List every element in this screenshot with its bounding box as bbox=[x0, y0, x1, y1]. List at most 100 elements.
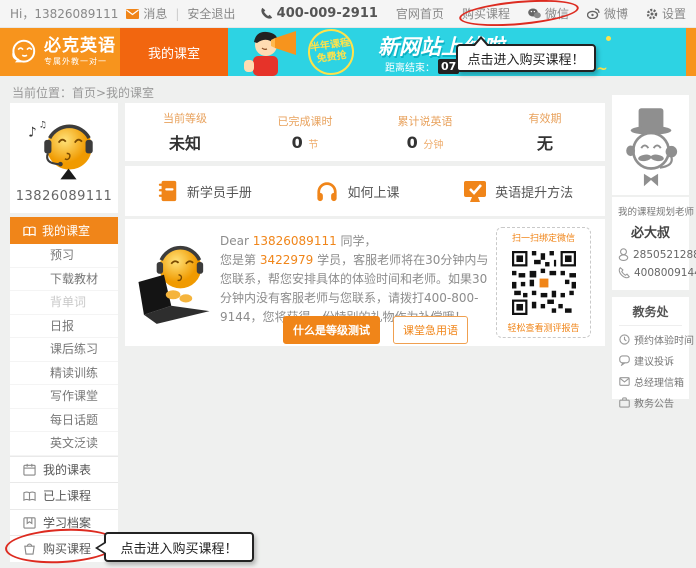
sidebar-item-study-archive[interactable]: 学习档案 bbox=[10, 509, 118, 536]
sidebar-item-writing-class[interactable]: 写作课堂 bbox=[10, 385, 118, 409]
buy-course-top-label: 购买课程 bbox=[462, 5, 510, 22]
wechat-link[interactable]: 微信 bbox=[528, 5, 569, 22]
bottom-callout-text: 点击进入购买课程！ bbox=[120, 538, 237, 557]
sidebar-item-intensive-reading[interactable]: 精读训练 bbox=[10, 362, 118, 386]
office-item-book-trial[interactable]: 预约体验时间 bbox=[619, 332, 682, 347]
advisor-qq[interactable]: 2850521288 bbox=[618, 248, 683, 261]
sidebar-item-my-schedule[interactable]: 我的课表 bbox=[10, 456, 118, 483]
tab-my-classroom[interactable]: 我的课室 bbox=[120, 28, 228, 76]
messages-link[interactable]: 消息 bbox=[126, 5, 167, 22]
dear-line: Dear 13826089111 同学， bbox=[220, 232, 492, 251]
quicklink-english-improvement[interactable]: 英语提升方法 bbox=[463, 179, 573, 203]
body-prefix: 您是第 bbox=[220, 253, 260, 267]
what-is-level-test-button[interactable]: 什么是等级测试 bbox=[283, 316, 380, 344]
stat-value: 0 分钟 bbox=[365, 133, 485, 152]
welcome-message-card: Dear 13826089111 同学， 您是第 3422979 学员，客服老师… bbox=[125, 219, 605, 346]
handbook-icon bbox=[157, 179, 179, 203]
top-callout-bubble: 点击进入购买课程！ bbox=[456, 44, 596, 72]
stat-unit: 节 bbox=[308, 140, 318, 151]
qq-icon bbox=[618, 248, 629, 261]
book-icon bbox=[23, 490, 36, 502]
sidebar-item-preview[interactable]: 预习 bbox=[10, 244, 118, 268]
topbar-left: Hi，13826089111 消息 | 安全退出 bbox=[10, 5, 235, 22]
student-number: 3422979 bbox=[260, 253, 313, 267]
office-item-suggestions[interactable]: 建议投诉 bbox=[619, 353, 682, 368]
stat-label: 已完成课时 bbox=[245, 113, 365, 129]
sidebar-item-after-class-practice[interactable]: 课后练习 bbox=[10, 338, 118, 362]
stats-card: 当前等级 未知 已完成课时 0 节 累计说英语 0 分钟 有效期 无 bbox=[125, 103, 605, 161]
confetti-squiggle: ~ bbox=[596, 61, 608, 76]
briefcase-icon bbox=[619, 397, 630, 408]
monitor-check-icon bbox=[463, 179, 487, 203]
advisor-phone[interactable]: 4008009144 bbox=[618, 267, 683, 279]
academic-office-card: 教务处 预约体验时间 建议投诉 总经理信箱 教务公告 bbox=[612, 297, 689, 399]
sidebar-item-completed-courses[interactable]: 已上课程 bbox=[10, 482, 118, 509]
sidebar-item-completed-courses-label: 已上课程 bbox=[43, 487, 91, 504]
bottom-callout-bubble: 点击进入购买课程！ bbox=[104, 532, 254, 562]
stat-current-level: 当前等级 未知 bbox=[125, 110, 245, 154]
breadcrumb: 当前位置：首页>我的课室 bbox=[12, 84, 154, 101]
sidebar-item-my-classroom-label: 我的课室 bbox=[42, 222, 90, 239]
logo-smiley-icon bbox=[7, 36, 39, 68]
sidebar-item-my-schedule-label: 我的课表 bbox=[43, 461, 91, 478]
office-item-label: 预约体验时间 bbox=[634, 332, 694, 347]
quicklink-label: 英语提升方法 bbox=[495, 182, 573, 201]
stat-label: 有效期 bbox=[485, 110, 605, 126]
advisor-illustration-card bbox=[612, 95, 689, 195]
logo[interactable]: 必克英语 专属外教一对一 bbox=[0, 28, 120, 76]
office-item-label: 教务公告 bbox=[634, 395, 674, 410]
logout-link[interactable]: 安全退出 bbox=[187, 5, 235, 22]
hotline-number: 400-009-2911 bbox=[277, 6, 378, 21]
header-right-strip bbox=[686, 28, 696, 76]
office-item-gm-mailbox[interactable]: 总经理信箱 bbox=[619, 374, 682, 389]
quicklink-label: 如何上课 bbox=[347, 182, 399, 201]
sidebar-item-daily-topic[interactable]: 每日话题 bbox=[10, 409, 118, 433]
sidebar-item-daily-report[interactable]: 日报 bbox=[10, 315, 118, 339]
sidebar-item-my-classroom[interactable]: 我的课室 bbox=[10, 217, 118, 244]
messages-label: 消息 bbox=[143, 5, 167, 22]
quicklink-new-student-handbook[interactable]: 新学员手册 bbox=[157, 179, 252, 203]
home-label: 官网首页 bbox=[396, 5, 444, 22]
svg-text:♫: ♫ bbox=[39, 120, 47, 130]
sidebar-item-download-materials[interactable]: 下载教材 bbox=[10, 268, 118, 292]
advisor-card: 我的课程规划老师 必大叔 2850521288 4008009144 bbox=[612, 197, 689, 290]
quicklink-label: 新学员手册 bbox=[187, 182, 252, 201]
quicklinks-card: 新学员手册 如何上课 英语提升方法 bbox=[125, 166, 605, 216]
user-greeting: Hi，13826089111 bbox=[10, 5, 118, 22]
mail-icon bbox=[619, 377, 630, 386]
sidebar-menu: 我的课室 预习 下载教材 背单词 日报 课后练习 精读训练 写作课堂 每日话题 … bbox=[10, 217, 118, 562]
stat-validity: 有效期 无 bbox=[485, 110, 605, 154]
confetti-dot bbox=[606, 36, 611, 41]
open-book-icon bbox=[23, 225, 36, 237]
office-item-label: 总经理信箱 bbox=[634, 374, 684, 389]
settings-label: 设置 bbox=[662, 5, 686, 22]
callout-arrow-up bbox=[472, 36, 490, 46]
buy-course-top-link[interactable]: 购买课程 bbox=[462, 5, 510, 22]
settings-link[interactable]: 设置 bbox=[646, 5, 686, 22]
weibo-link[interactable]: 微博 bbox=[587, 5, 628, 22]
stat-value-text: 未知 bbox=[169, 134, 201, 153]
archive-icon bbox=[23, 516, 36, 529]
stat-value: 未知 bbox=[125, 130, 245, 154]
callout-arrow-left bbox=[95, 541, 106, 555]
hotline: 400-009-2911 bbox=[260, 6, 378, 21]
stat-value: 0 节 bbox=[245, 133, 365, 152]
topbar-right: 400-009-2911 官网首页 购买课程 微信 微博 设置 bbox=[260, 5, 686, 22]
office-item-notices[interactable]: 教务公告 bbox=[619, 395, 682, 410]
advisor-role: 我的课程规划老师 bbox=[618, 204, 683, 218]
sidebar-item-vocab[interactable]: 背单词 bbox=[10, 291, 118, 315]
logo-title: 必克英语 bbox=[44, 37, 116, 56]
banner-boy-illustration bbox=[230, 28, 305, 76]
quicklink-how-to-attend[interactable]: 如何上课 bbox=[315, 180, 399, 202]
topbar: Hi，13826089111 消息 | 安全退出 400-009-2911 官网… bbox=[0, 0, 696, 28]
sidebar-item-extensive-reading[interactable]: 英文泛读 bbox=[10, 432, 118, 456]
qr-bottom-label: 轻松查看测评报告 bbox=[507, 321, 579, 334]
classroom-emergency-phrases-button[interactable]: 课堂急用语 bbox=[393, 316, 468, 344]
avatar-card: ♪♫ 13826089111 bbox=[10, 103, 118, 213]
stat-value-text: 0 bbox=[407, 133, 418, 152]
weibo-icon bbox=[587, 8, 600, 19]
clock-icon bbox=[619, 334, 630, 345]
home-link[interactable]: 官网首页 bbox=[396, 5, 444, 22]
chat-bubble-icon bbox=[619, 355, 630, 366]
stat-value-text: 无 bbox=[537, 134, 553, 153]
